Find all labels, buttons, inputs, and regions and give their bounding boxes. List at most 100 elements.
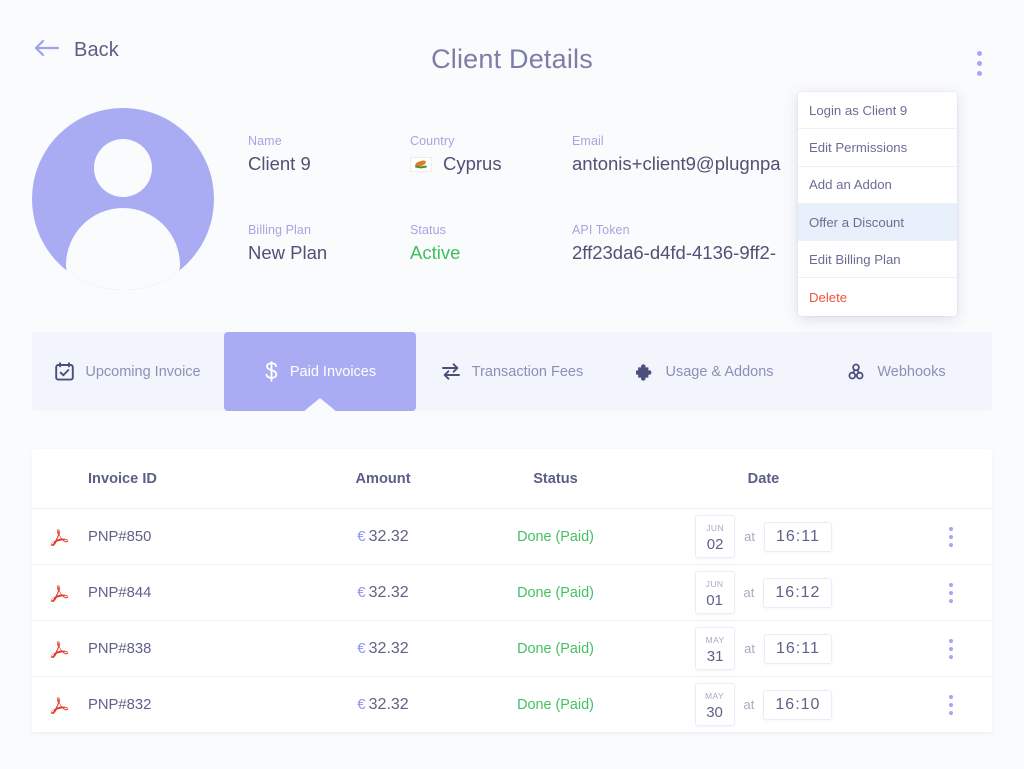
pdf-icon[interactable] — [32, 693, 88, 717]
dot — [976, 60, 982, 66]
date-chip: JUN 02 — [695, 515, 736, 558]
invoice-amount: € 32.32 — [298, 528, 468, 546]
dot — [949, 534, 953, 539]
menu-item-offer-a-discount[interactable]: Offer a Discount — [798, 203, 957, 242]
invoice-date: JUN 01 at 16:12 — [643, 571, 910, 614]
back-button[interactable]: Back — [32, 38, 119, 63]
table-row[interactable]: PNP#832 € 32.32 Done (Paid) MAY 30 at 16… — [32, 677, 992, 733]
tab-transaction-fees[interactable]: Transaction Fees — [416, 332, 608, 411]
clipped-bottom-content — [0, 761, 1024, 769]
date-chip: JUN 01 — [694, 571, 735, 614]
currency-symbol: € — [357, 527, 366, 545]
dot — [949, 526, 953, 531]
puzzle-piece-icon — [634, 362, 654, 382]
user-avatar-icon — [32, 108, 214, 290]
tab-upcoming-invoice[interactable]: Upcoming Invoice — [32, 332, 224, 411]
field-status: Status Active — [410, 223, 572, 264]
table-body: PNP#850 € 32.32 Done (Paid) JUN 02 at 16… — [32, 509, 992, 733]
amount-value: 32.32 — [368, 527, 409, 545]
tab-usage-addons[interactable]: Usage & Addons — [608, 332, 800, 411]
status-badge: Done (Paid) — [517, 696, 594, 713]
date-day: 02 — [706, 536, 724, 553]
menu-item-edit-permissions[interactable]: Edit Permissions — [798, 129, 957, 167]
menu-item-label: Login as Client 9 — [809, 102, 908, 118]
date-day: 30 — [706, 704, 723, 721]
invoice-amount: € 32.32 — [298, 584, 468, 602]
amount-value: 32.32 — [368, 695, 409, 713]
at-label: at — [743, 697, 755, 712]
invoice-time: 16:11 — [763, 633, 832, 664]
field-country: Country Cyprus — [410, 134, 572, 175]
table-row[interactable]: PNP#850 € 32.32 Done (Paid) JUN 02 at 16… — [32, 509, 992, 565]
dot — [949, 694, 953, 699]
dot — [949, 542, 953, 547]
back-label: Back — [74, 38, 119, 61]
vertical-dots-icon[interactable] — [945, 691, 957, 719]
field-billing-plan: Billing Plan New Plan — [248, 223, 410, 264]
currency-symbol: € — [357, 639, 366, 657]
tab-label: Usage & Addons — [665, 363, 774, 380]
menu-item-label: Edit Permissions — [809, 139, 908, 155]
column-header-date: Date — [747, 470, 780, 487]
invoice-date: MAY 31 at 16:11 — [643, 627, 910, 670]
invoice-status: Done (Paid) — [468, 585, 643, 601]
date-chip: MAY 30 — [694, 683, 735, 726]
at-label: at — [744, 529, 755, 544]
menu-item-label: Delete — [809, 289, 848, 305]
pdf-icon[interactable] — [32, 581, 88, 605]
invoice-amount: € 32.32 — [298, 640, 468, 658]
table-row[interactable]: PNP#844 € 32.32 Done (Paid) JUN 01 at 16… — [32, 565, 992, 621]
row-actions[interactable] — [910, 691, 992, 719]
flag-leaf — [419, 165, 428, 168]
invoice-id: PNP#832 — [88, 696, 152, 713]
tab-label: Paid Invoices — [289, 363, 377, 380]
date-month: MAY — [705, 635, 725, 645]
invoice-time: 16:12 — [763, 577, 833, 608]
vertical-dots-icon[interactable] — [945, 579, 957, 607]
pdf-icon[interactable] — [32, 637, 88, 661]
invoice-id: PNP#844 — [88, 584, 152, 601]
status-badge: Active — [410, 242, 461, 263]
menu-item-login-as-client[interactable]: Login as Client 9 — [798, 92, 957, 130]
date-day: 01 — [706, 592, 723, 609]
menu-item-add-an-addon[interactable]: Add an Addon — [798, 167, 957, 204]
tab-webhooks[interactable]: Webhooks — [800, 332, 992, 411]
row-actions[interactable] — [910, 579, 992, 607]
invoice-status: Done (Paid) — [468, 641, 643, 657]
column-header-status: Status — [533, 470, 578, 487]
dot — [976, 50, 982, 56]
at-label: at — [743, 585, 755, 600]
menu-item-edit-billing-plan[interactable]: Edit Billing Plan — [798, 241, 957, 279]
avatar-body — [66, 208, 180, 290]
dot — [949, 702, 953, 707]
table-row[interactable]: PNP#838 € 32.32 Done (Paid) MAY 31 at 16… — [32, 621, 992, 677]
vertical-dots-icon[interactable] — [945, 523, 957, 551]
invoice-time: 16:11 — [763, 521, 832, 552]
tab-bar: Upcoming Invoice Paid Invoices Transacti… — [32, 332, 992, 411]
status-badge: Done (Paid) — [517, 528, 594, 545]
dot — [949, 582, 953, 587]
header-kebab-menu-button[interactable] — [966, 46, 992, 80]
vertical-dots-icon[interactable] — [945, 635, 957, 663]
date-month: MAY — [705, 691, 725, 701]
invoice-status: Done (Paid) — [468, 529, 643, 545]
currency-symbol: € — [357, 583, 366, 601]
dollar-icon — [264, 361, 279, 382]
paid-invoices-table: Invoice ID Amount Status Date PNP#850 € … — [32, 449, 992, 733]
dot — [949, 710, 953, 715]
actions-dropdown-menu[interactable]: Login as Client 9 Edit Permissions Add a… — [798, 92, 957, 316]
menu-item-label: Edit Billing Plan — [809, 251, 901, 267]
menu-item-delete[interactable]: Delete — [798, 278, 957, 315]
row-actions[interactable] — [910, 635, 992, 663]
field-value: Client 9 — [248, 153, 311, 174]
tab-label: Upcoming Invoice — [85, 363, 201, 380]
arrow-left-icon — [32, 38, 60, 63]
dot — [949, 590, 953, 595]
row-actions[interactable] — [910, 523, 992, 551]
invoice-amount: € 32.32 — [298, 696, 468, 714]
status-badge: Done (Paid) — [517, 584, 594, 601]
pdf-icon[interactable] — [32, 525, 88, 549]
tab-paid-invoices[interactable]: Paid Invoices — [224, 332, 416, 411]
page-title: Client Details — [431, 44, 593, 74]
invoice-id: PNP#850 — [88, 528, 152, 545]
